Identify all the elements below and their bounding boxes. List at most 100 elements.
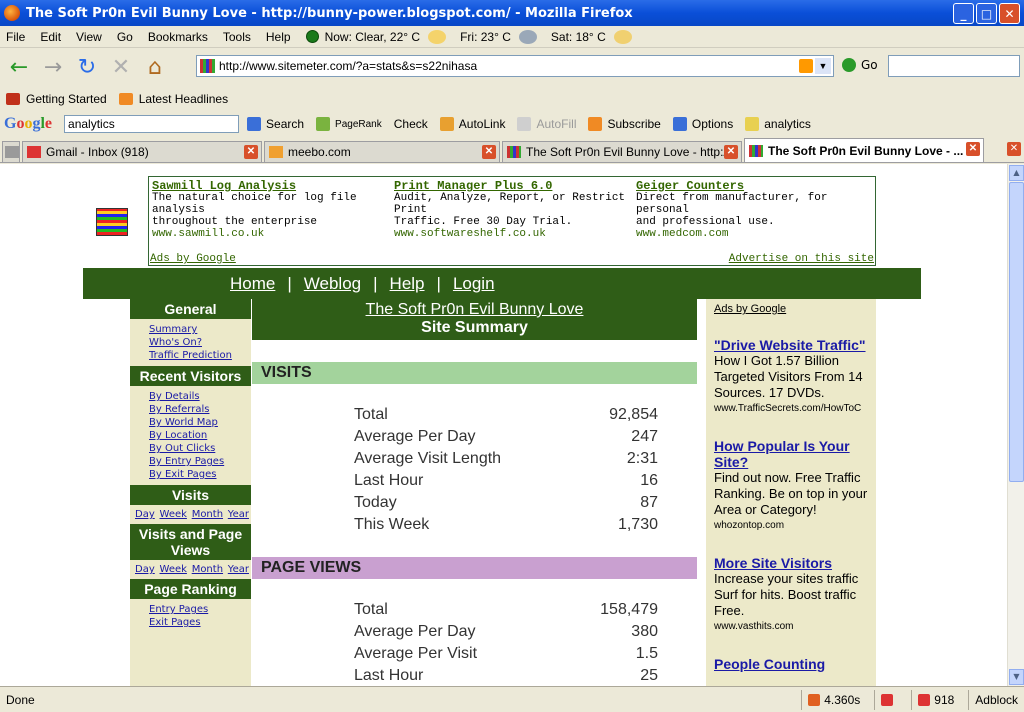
maximize-button[interactable]: □ — [976, 3, 997, 24]
ad-item[interactable]: More Site Visitors Increase your sites t… — [714, 555, 876, 634]
autofill-button[interactable]: AutoFill — [517, 117, 576, 131]
google-search-input[interactable]: analytics — [64, 115, 240, 133]
ad-title[interactable]: How Popular Is Your Site? — [714, 438, 876, 470]
minimize-button[interactable]: _ — [953, 3, 974, 24]
ads-by-google-link[interactable]: Ads by Google — [150, 253, 236, 265]
home-button[interactable]: ⌂ — [140, 53, 170, 81]
gmail-icon — [918, 694, 931, 706]
period-links: Day Week Month Year — [130, 505, 251, 524]
stop-button[interactable]: ✕ — [106, 53, 136, 81]
page-title: Site Summary — [421, 319, 528, 336]
scroll-thumb[interactable] — [1009, 182, 1024, 482]
tab-bunny-blog[interactable]: The Soft Pr0n Evil Bunny Love - http:/..… — [502, 141, 742, 162]
ad-item[interactable]: Print Manager Plus 6.0 Audit, Analyze, R… — [394, 180, 629, 240]
spell-check-button[interactable]: Check — [394, 117, 428, 131]
sidebar-link-summary[interactable]: Summary — [149, 323, 251, 336]
site-name-link[interactable]: The Soft Pr0n Evil Bunny Love — [252, 301, 697, 319]
menu-tools[interactable]: Tools — [223, 30, 251, 44]
vertical-scrollbar[interactable]: ▲ ▼ — [1007, 164, 1024, 686]
period-month[interactable]: Month — [192, 509, 223, 520]
ad-title[interactable]: More Site Visitors — [714, 555, 876, 571]
menu-go[interactable]: Go — [117, 30, 133, 44]
search-input[interactable] — [888, 55, 1020, 77]
nav-login[interactable]: Login — [453, 274, 495, 294]
load-time-indicator[interactable]: 4.360s — [801, 690, 866, 710]
period-day[interactable]: Day — [135, 564, 155, 575]
options-button[interactable]: Options — [672, 117, 733, 131]
ad-item[interactable]: "Drive Website Traffic" How I Got 1.57 B… — [714, 337, 876, 416]
ad-item[interactable]: Sawmill Log Analysis The natural choice … — [152, 180, 387, 240]
sidebar-link-whos-on[interactable]: Who's On? — [149, 336, 251, 349]
sidebar-link[interactable]: By Details — [149, 390, 251, 403]
autolink-button[interactable]: AutoLink — [439, 117, 505, 131]
menu-help[interactable]: Help — [266, 30, 291, 44]
pagerank-indicator[interactable]: PageRank — [316, 117, 382, 131]
ads-by-google-link[interactable]: Ads by Google — [714, 303, 876, 315]
period-year[interactable]: Year — [228, 564, 249, 575]
summary-header: The Soft Pr0n Evil Bunny Love Site Summa… — [252, 299, 697, 340]
period-week[interactable]: Week — [160, 564, 187, 575]
menu-view[interactable]: View — [76, 30, 102, 44]
ad-title[interactable]: "Drive Website Traffic" — [714, 337, 876, 353]
sidebar-link[interactable]: By Entry Pages — [149, 455, 251, 468]
menu-file[interactable]: File — [6, 30, 25, 44]
period-month[interactable]: Month — [192, 564, 223, 575]
google-logo[interactable]: Google — [4, 115, 52, 133]
sidebar-link[interactable]: By Exit Pages — [149, 468, 251, 481]
tab-close-icon[interactable]: ✕ — [724, 145, 738, 159]
forward-button[interactable]: → — [38, 53, 68, 81]
scroll-down-icon[interactable]: ▼ — [1009, 669, 1024, 685]
ad-title[interactable]: Geiger Counters — [636, 180, 871, 192]
sidebar-link-exit-pages[interactable]: Exit Pages — [149, 616, 251, 629]
period-year[interactable]: Year — [228, 509, 249, 520]
sidebar-link-entry-pages[interactable]: Entry Pages — [149, 603, 251, 616]
ad-title[interactable]: People Counting — [714, 656, 876, 672]
ad-title[interactable]: Sawmill Log Analysis — [152, 180, 387, 192]
tab-close-icon[interactable]: ✕ — [482, 145, 496, 159]
gmail-notifier[interactable]: 918 — [911, 690, 960, 710]
close-all-tabs-icon[interactable]: ✕ — [1007, 142, 1021, 156]
sidebar-link[interactable]: By World Map — [149, 416, 251, 429]
bookmark-getting-started[interactable]: Getting Started — [6, 92, 107, 106]
menu-bookmarks[interactable]: Bookmarks — [148, 30, 208, 44]
adblock-button[interactable]: Adblock — [968, 690, 1024, 710]
rss-feed-icon[interactable] — [799, 59, 813, 73]
sidebar-link[interactable]: By Referrals — [149, 403, 251, 416]
tab-close-icon[interactable]: ✕ — [966, 142, 980, 156]
analytics-button[interactable]: analytics — [745, 117, 811, 131]
tab-sitemeter-active[interactable]: The Soft Pr0n Evil Bunny Love - ... ✕ — [744, 138, 984, 162]
nav-weblog[interactable]: Weblog — [304, 274, 361, 294]
ad-item[interactable]: How Popular Is Your Site? Find out now. … — [714, 438, 876, 533]
advertise-link[interactable]: Advertise on this site — [729, 253, 874, 265]
nav-help[interactable]: Help — [390, 274, 425, 294]
sidebar-link[interactable]: By Out Clicks — [149, 442, 251, 455]
close-button[interactable]: ✕ — [999, 3, 1020, 24]
scroll-up-icon[interactable]: ▲ — [1009, 165, 1024, 181]
stat-row: Average Per Day 247 — [354, 428, 658, 445]
subscribe-button[interactable]: Subscribe — [588, 117, 661, 131]
url-bar[interactable]: http://www.sitemeter.com/?a=stats&s=s22n… — [196, 55, 834, 77]
reload-button[interactable]: ↻ — [72, 53, 102, 81]
ad-item[interactable]: Geiger Counters Direct from manufacturer… — [636, 180, 871, 240]
tab-meebo[interactable]: meebo.com ✕ — [264, 141, 500, 162]
period-week[interactable]: Week — [160, 509, 187, 520]
weather-now[interactable]: Now: Clear, 22° C — [305, 29, 447, 44]
nav-home[interactable]: Home — [230, 274, 275, 294]
tab-gmail[interactable]: Gmail - Inbox (918) ✕ — [22, 141, 262, 162]
bookmark-latest-headlines[interactable]: Latest Headlines — [118, 92, 228, 106]
back-button[interactable]: ← — [4, 53, 34, 81]
period-day[interactable]: Day — [135, 509, 155, 520]
sidebar-link-traffic-prediction[interactable]: Traffic Prediction — [149, 349, 251, 362]
tab-close-icon[interactable]: ✕ — [244, 145, 258, 159]
weather-fri[interactable]: Fri: 23° C — [460, 29, 537, 44]
google-search-button[interactable]: Search — [247, 117, 304, 131]
sidebar-link[interactable]: By Location — [149, 429, 251, 442]
weather-sat[interactable]: Sat: 18° C — [551, 29, 632, 44]
go-button[interactable]: Go — [842, 58, 878, 72]
menu-edit[interactable]: Edit — [40, 30, 61, 44]
ad-title[interactable]: Print Manager Plus 6.0 — [394, 180, 629, 192]
url-dropdown-icon[interactable]: ▼ — [815, 58, 831, 74]
new-tab-button[interactable] — [2, 141, 20, 162]
ad-item[interactable]: People Counting — [714, 656, 876, 672]
blocked-indicator[interactable] — [874, 690, 903, 710]
